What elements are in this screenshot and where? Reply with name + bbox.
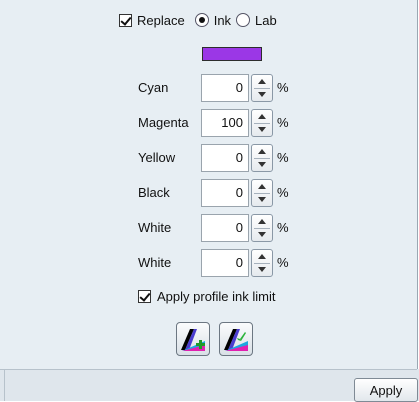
spin-down-icon[interactable] — [258, 267, 266, 272]
spin-up-icon[interactable] — [258, 149, 266, 154]
yellow-spinner[interactable] — [251, 144, 273, 172]
ink-label: Black — [138, 185, 170, 200]
ink-label: Cyan — [138, 80, 169, 95]
ink-row-yellow: Yellow 0 % — [0, 144, 417, 172]
spin-up-icon[interactable] — [258, 114, 266, 119]
color-swatch — [202, 47, 262, 61]
ink-row-black: Black 0 % — [0, 179, 417, 207]
spin-up-icon[interactable] — [258, 79, 266, 84]
apply-button[interactable]: Apply — [354, 378, 418, 402]
spin-up-icon[interactable] — [258, 184, 266, 189]
footer-divider — [0, 369, 417, 370]
white-1-value-input[interactable]: 0 — [201, 214, 249, 242]
ink-label: White — [138, 220, 172, 235]
lab-radio-label: Lab — [255, 12, 277, 28]
magenta-spinner[interactable] — [251, 109, 273, 137]
spin-down-icon[interactable] — [258, 92, 266, 97]
magenta-value-input[interactable]: 100 — [201, 109, 249, 137]
ink-row-magenta: Magenta 100 % — [0, 109, 417, 137]
spin-up-icon[interactable] — [258, 219, 266, 224]
spin-down-icon[interactable] — [258, 197, 266, 202]
ink-row-white-2: White 0 % — [0, 249, 417, 277]
percent-unit: % — [277, 255, 289, 270]
percent-unit: % — [277, 115, 289, 130]
add-ink-button[interactable] — [176, 322, 210, 356]
apply-ink-button[interactable] — [219, 322, 253, 356]
replace-checkbox[interactable] — [119, 13, 132, 27]
ink-limit-checkbox[interactable] — [138, 289, 151, 303]
footer-left-edge — [4, 369, 5, 401]
percent-unit: % — [277, 220, 289, 235]
ink-limit-label: Apply profile ink limit — [157, 288, 276, 304]
black-value-input[interactable]: 0 — [201, 179, 249, 207]
black-spinner[interactable] — [251, 179, 273, 207]
ink-radio[interactable] — [194, 13, 209, 27]
ink-label: Yellow — [138, 150, 176, 165]
white-1-spinner[interactable] — [251, 214, 273, 242]
yellow-value-input[interactable]: 0 — [201, 144, 249, 172]
white-2-spinner[interactable] — [251, 249, 273, 277]
ink-label: White — [138, 255, 172, 270]
percent-unit: % — [277, 185, 289, 200]
ink-radio-label: Ink — [213, 12, 232, 28]
mode-row: Replace Ink Lab — [119, 12, 277, 28]
spin-down-icon[interactable] — [258, 232, 266, 237]
percent-unit: % — [277, 150, 289, 165]
ink-row-cyan: Cyan 0 % — [0, 74, 417, 102]
percent-unit: % — [277, 80, 289, 95]
ink-limit-row: Apply profile ink limit — [138, 288, 276, 304]
white-2-value-input[interactable]: 0 — [201, 249, 249, 277]
spin-up-icon[interactable] — [258, 254, 266, 259]
ink-label: Magenta — [138, 115, 189, 130]
ink-row-white-1: White 0 % — [0, 214, 417, 242]
spin-down-icon[interactable] — [258, 162, 266, 167]
spin-down-icon[interactable] — [258, 127, 266, 132]
add-ink-icon — [181, 329, 205, 351]
apply-ink-icon — [224, 329, 248, 351]
cyan-value-input[interactable]: 0 — [201, 74, 249, 102]
replace-label: Replace — [137, 12, 185, 28]
lab-radio[interactable] — [236, 13, 251, 27]
cyan-spinner[interactable] — [251, 74, 273, 102]
